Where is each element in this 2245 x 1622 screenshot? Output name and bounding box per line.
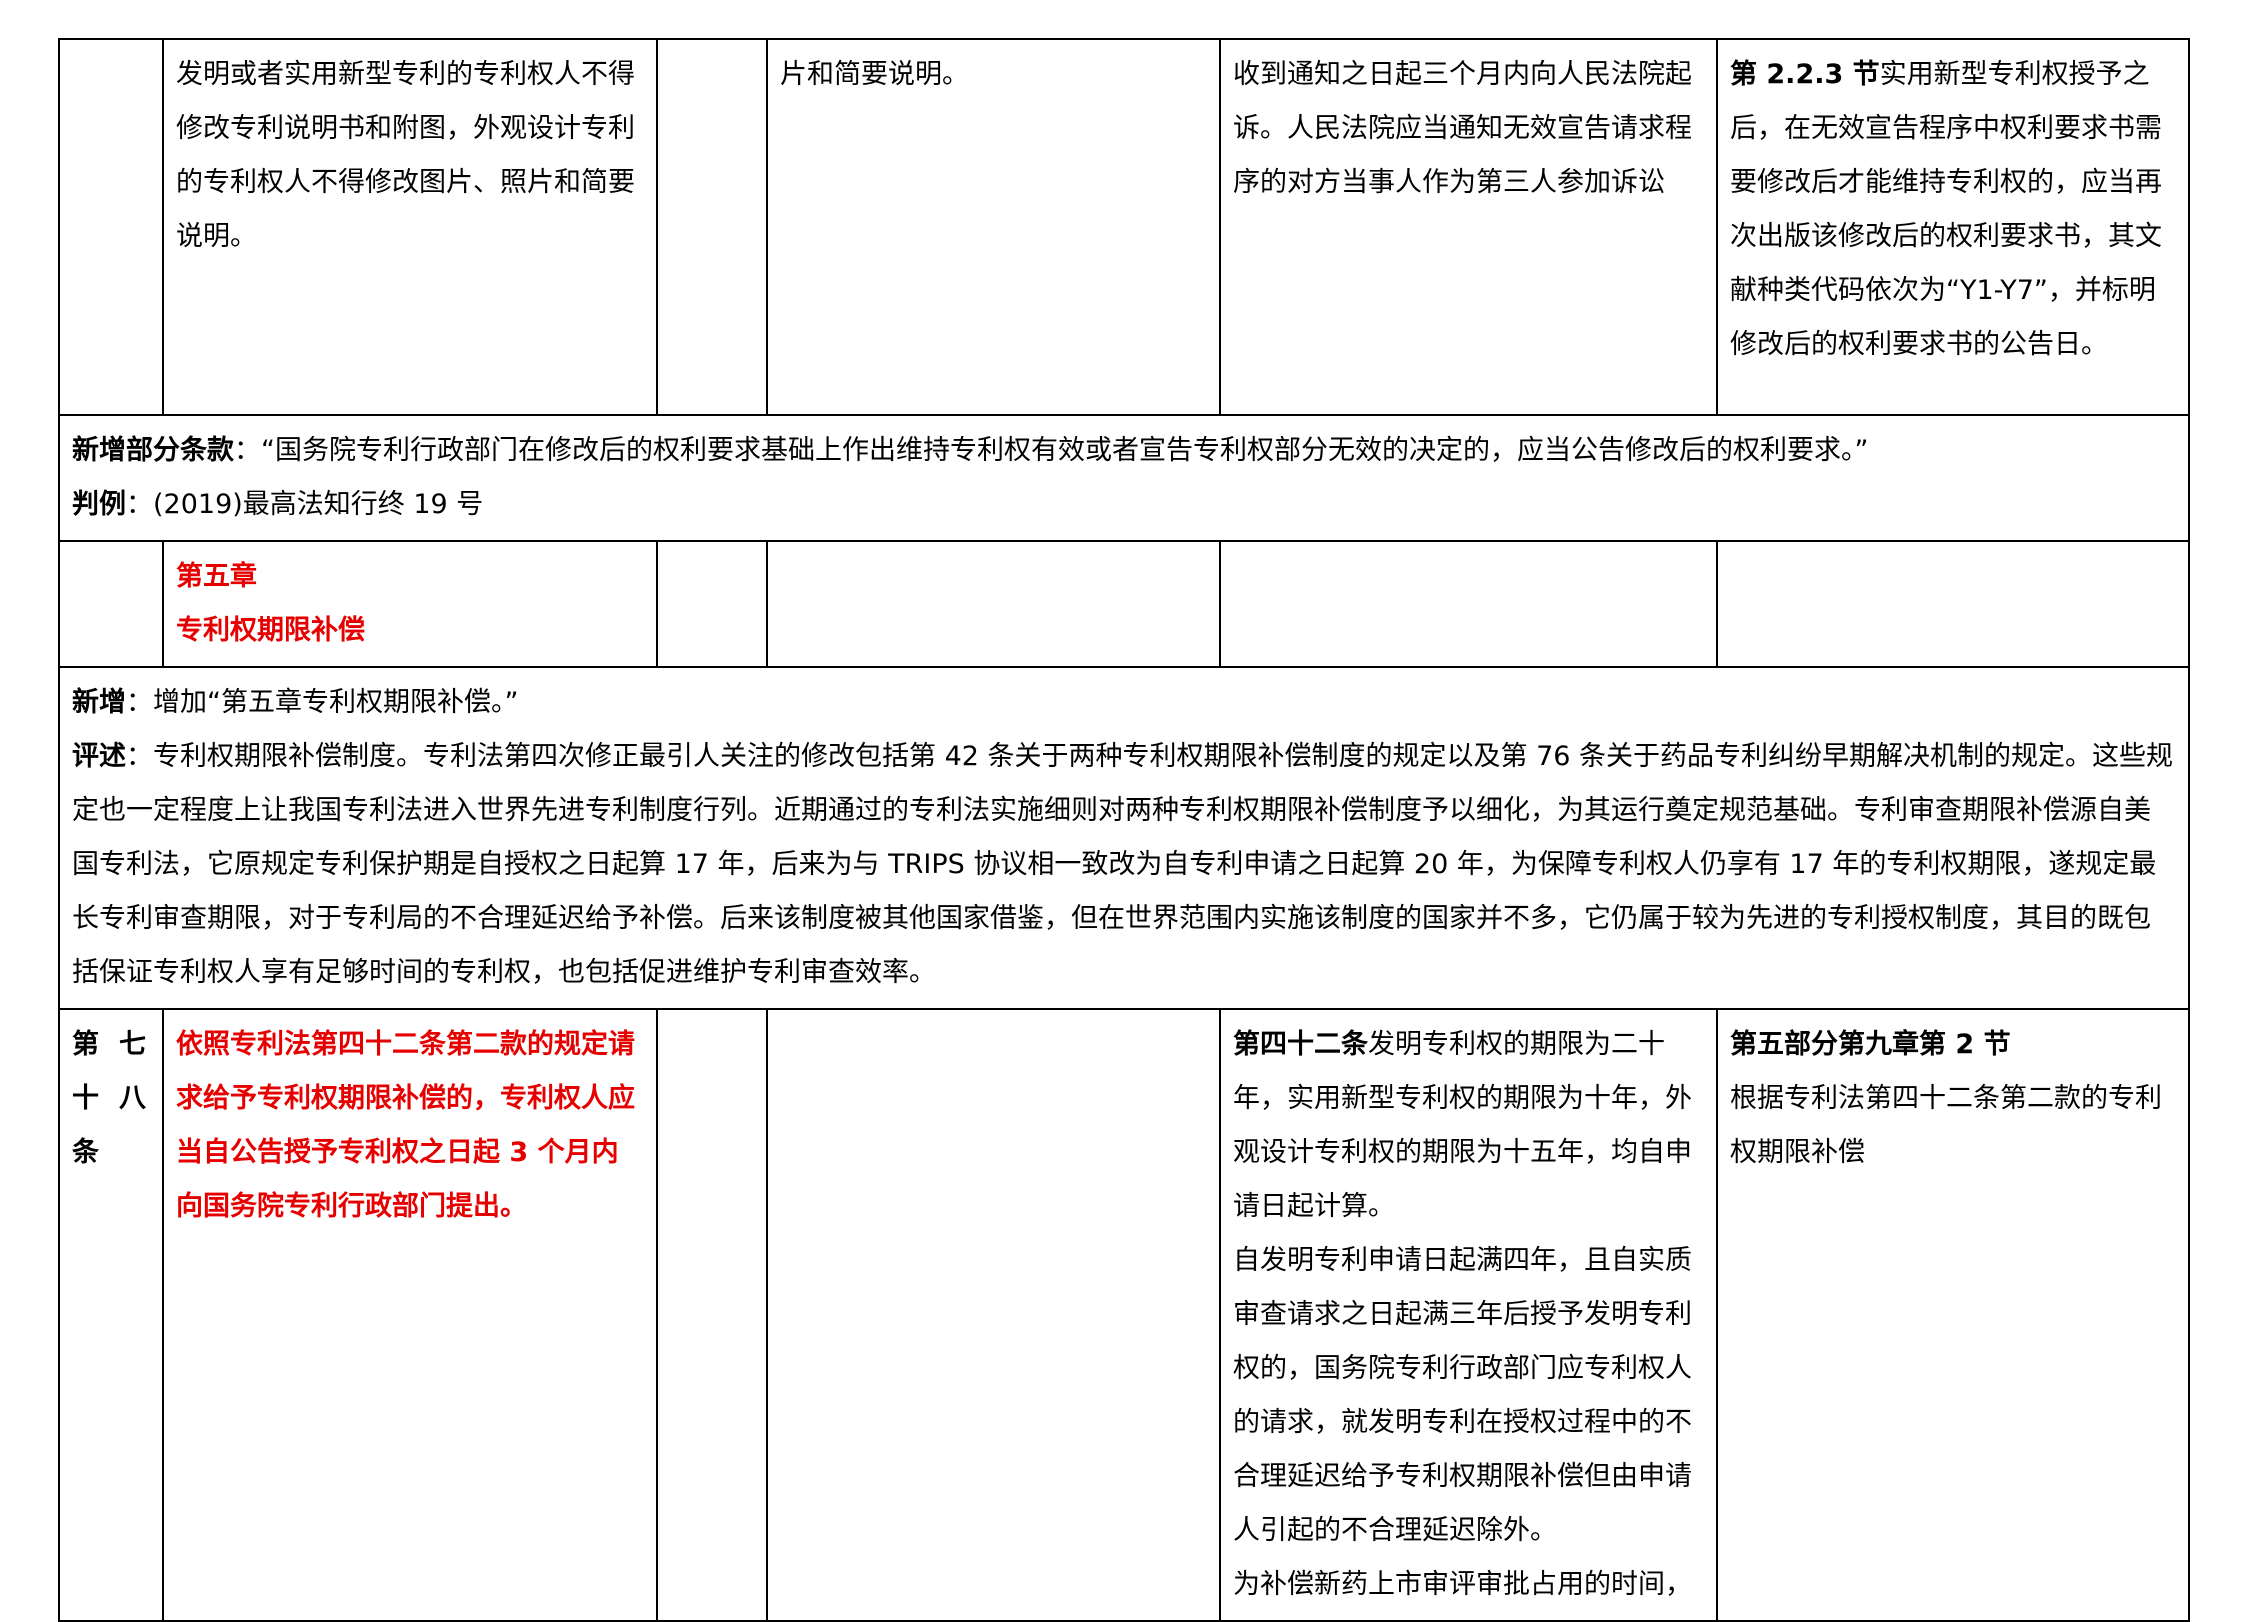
empty-cell	[656, 540, 768, 668]
chapter-number: 第五章	[176, 561, 257, 592]
table-row: 发明或者实用新型专利的专利权人不得修改专利说明书和附图，外观设计专利的专利权人不…	[58, 38, 2190, 416]
examination-guidelines-cell: 第五部分第九章第 2 节 根据专利法第四十二条第二款的专利权期限补偿	[1716, 1008, 2190, 1622]
examination-guidelines-cell: 第 2.2.3 节实用新型专利权授予之后，在无效宣告程序中权利要求书需要修改后才…	[1716, 38, 2190, 416]
chapter-heading-cell: 第五章 专利权期限补偿	[162, 540, 658, 668]
cell-text: 为补偿新药上市审评审批占用的时间，	[1233, 1569, 1692, 1600]
note-cell: 新增：增加“第五章专利权期限补偿。” 评述：专利权期限补偿制度。专利法第四次修正…	[58, 666, 2190, 1010]
cell-text: 根据专利法第四十二条第二款的专利权期限补偿	[1730, 1083, 2162, 1168]
patent-law-cell: 收到通知之日起三个月内向人民法院起诉。人民法院应当通知无效宣告请求程序的对方当事…	[1219, 38, 1718, 416]
note-text: ：专利权期限补偿制度。专利法第四次修正最引人关注的修改包括第 42 条关于两种专…	[72, 741, 2174, 988]
cell-text: 实用新型专利权授予之后，在无效宣告程序中权利要求书需要修改后才能维持专利权的，应…	[1730, 59, 2162, 360]
table-row: 新增：增加“第五章专利权期限补偿。” 评述：专利权期限补偿制度。专利法第四次修正…	[58, 666, 2190, 1010]
note-text: ：“国务院专利行政部门在修改后的权利要求基础上作出维持专利权有效或者宣告专利权部…	[234, 435, 1869, 466]
old-rules-cell: 片和简要说明。	[766, 38, 1221, 416]
cell-text: 收到通知之日起三个月内向人民法院起诉。人民法院应当通知无效宣告请求程序的对方当事…	[1233, 59, 1692, 198]
empty-cell	[656, 1008, 768, 1622]
note-label: 新增部分条款	[72, 435, 234, 466]
empty-cell	[766, 1008, 1221, 1622]
implementing-rules-cell: 依照专利法第四十二条第二款的规定请求给予专利权期限补偿的，专利权人应当自公告授予…	[162, 1008, 658, 1622]
empty-cell	[766, 540, 1221, 668]
note-label: 新增	[72, 687, 126, 718]
cell-text: 发明或者实用新型专利的专利权人不得修改专利说明书和附图，外观设计专利的专利权人不…	[176, 59, 635, 252]
article-number: 第 七 十 八 条	[72, 1029, 146, 1168]
note-text: ：(2019)最高法知行终 19 号	[126, 489, 484, 520]
regulation-comparison-table: 发明或者实用新型专利的专利权人不得修改专利说明书和附图，外观设计专利的专利权人不…	[58, 38, 2190, 1622]
table-row: 新增部分条款：“国务院专利行政部门在修改后的权利要求基础上作出维持专利权有效或者…	[58, 414, 2190, 542]
table-row: 第五章 专利权期限补偿	[58, 540, 2190, 668]
cell-text: 自发明专利申请日起满四年，且自实质审查请求之日起满三年后授予发明专利权的，国务院…	[1233, 1245, 1692, 1546]
section-reference: 第五部分第九章第 2 节	[1730, 1029, 2011, 1060]
article-number-cell: 第 七 十 八 条	[58, 1008, 164, 1622]
empty-cell	[1716, 540, 2190, 668]
note-cell: 新增部分条款：“国务院专利行政部门在修改后的权利要求基础上作出维持专利权有效或者…	[58, 414, 2190, 542]
table-row: 第 七 十 八 条 依照专利法第四十二条第二款的规定请求给予专利权期限补偿的，专…	[58, 1008, 2190, 1622]
cell-text: 片和简要说明。	[780, 59, 969, 90]
article-number-cell	[58, 540, 164, 668]
cell-text: 依照专利法第四十二条第二款的规定请求给予专利权期限补偿的，专利权人应当自公告授予…	[176, 1029, 635, 1222]
note-label: 评述	[72, 741, 126, 772]
empty-cell	[656, 38, 768, 416]
note-label: 判例	[72, 489, 126, 520]
patent-law-cell: 第四十二条发明专利权的期限为二十年，实用新型专利权的期限为十年，外观设计专利权的…	[1219, 1008, 1718, 1622]
chapter-title: 专利权期限补偿	[176, 615, 365, 646]
article-number-cell	[58, 38, 164, 416]
empty-cell	[1219, 540, 1718, 668]
note-text: ：增加“第五章专利权期限补偿。”	[126, 687, 519, 718]
article-reference: 第四十二条	[1233, 1029, 1368, 1060]
section-reference: 第 2.2.3 节	[1730, 59, 1880, 90]
implementing-rules-cell: 发明或者实用新型专利的专利权人不得修改专利说明书和附图，外观设计专利的专利权人不…	[162, 38, 658, 416]
